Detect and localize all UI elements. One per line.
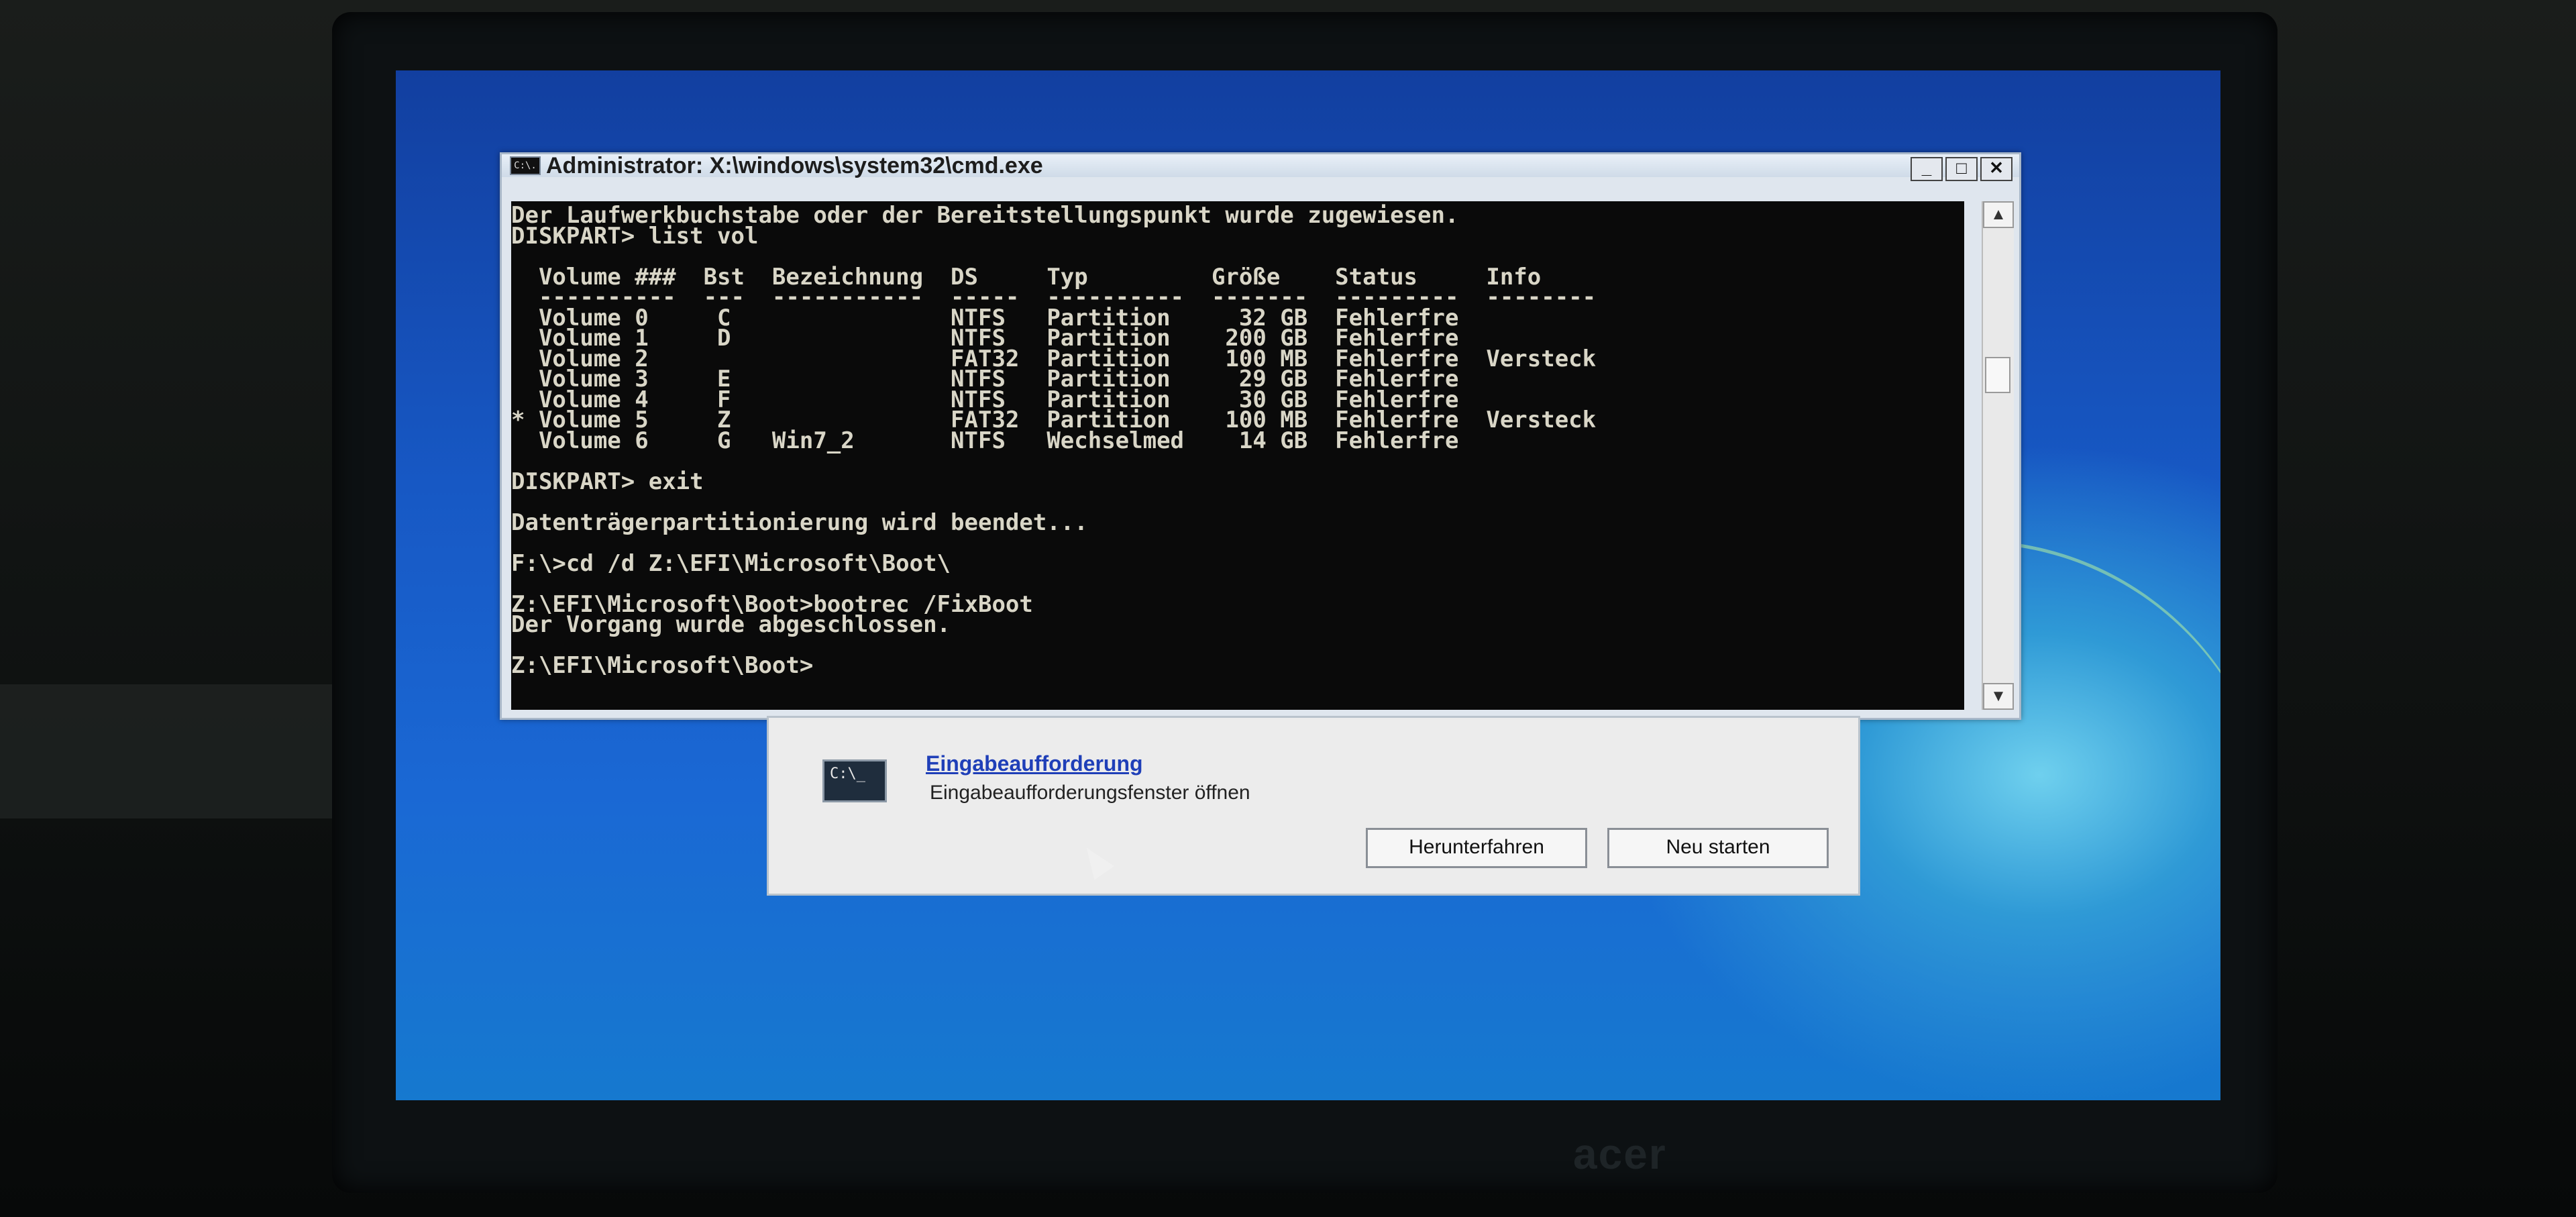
minimize-button[interactable]: _: [1911, 157, 1943, 181]
scroll-up-arrow-icon[interactable]: ▲: [1983, 201, 2014, 228]
cmd-app-icon: C:\.: [510, 156, 541, 175]
cmd-titlebar[interactable]: C:\. Administrator: X:\windows\system32\…: [502, 152, 2019, 181]
window-title: Administrator: X:\windows\system32\cmd.e…: [546, 152, 1043, 178]
cmd-window[interactable]: C:\. Administrator: X:\windows\system32\…: [500, 152, 2021, 720]
scroll-thumb[interactable]: [1985, 357, 2010, 393]
scroll-down-arrow-icon[interactable]: ▼: [1983, 683, 2014, 710]
background-shelf: [0, 684, 362, 818]
console-line: F:\>cd /d Z:\EFI\Microsoft\Boot\: [511, 549, 951, 577]
console-line: DISKPART> list vol: [511, 222, 759, 250]
window-controls: _ □ ✕: [1911, 157, 2012, 181]
console-line: Datenträgerpartitionierung wird beendet.…: [511, 509, 1088, 536]
close-button[interactable]: ✕: [1980, 157, 2012, 181]
recovery-options-dialog: C:\_ Eingabeaufforderung Eingabeaufforde…: [767, 716, 1860, 896]
console-line: Volume 6 G Win7_2 NTFS Wechselmed 14 GB …: [538, 427, 1459, 454]
command-prompt-link[interactable]: Eingabeaufforderung: [926, 751, 1143, 776]
command-prompt-description: Eingabeaufforderungsfenster öffnen: [930, 782, 1250, 804]
console-line: Z:\EFI\Microsoft\Boot>: [511, 652, 814, 679]
console-line: Der Vorgang wurde abgeschlossen.: [511, 611, 951, 638]
console-output[interactable]: Der Laufwerkbuchstabe oder der Bereitste…: [511, 201, 1964, 710]
maximize-button[interactable]: □: [1945, 157, 1978, 181]
console-scrollbar[interactable]: ▲ ▼: [1982, 201, 2014, 710]
shutdown-button[interactable]: Herunterfahren: [1366, 828, 1587, 868]
restart-button[interactable]: Neu starten: [1607, 828, 1829, 868]
command-prompt-icon: C:\_: [822, 759, 887, 802]
console-text: Der Laufwerkbuchstabe oder der Bereitste…: [511, 201, 1964, 679]
console-line: DISKPART> exit: [511, 468, 704, 495]
monitor-brand-logo: acer: [1573, 1130, 1667, 1178]
